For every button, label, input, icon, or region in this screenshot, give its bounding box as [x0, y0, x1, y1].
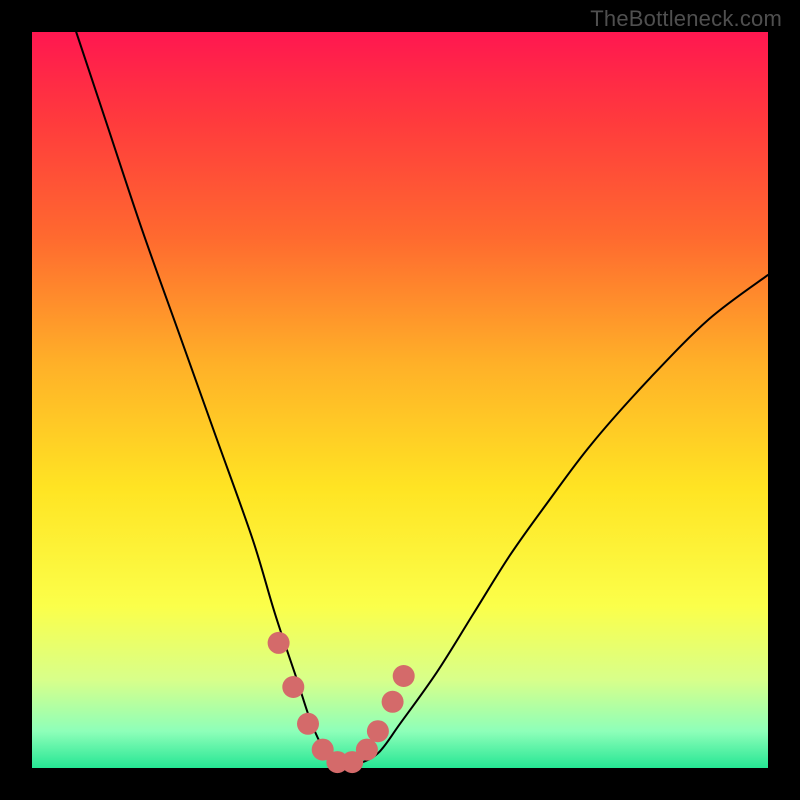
highlight-marker [297, 713, 319, 735]
highlight-marker [367, 720, 389, 742]
highlight-marker [393, 665, 415, 687]
highlight-marker [356, 739, 378, 761]
plot-area [32, 32, 768, 768]
highlight-marker [268, 632, 290, 654]
bottleneck-curve [76, 32, 768, 766]
highlight-markers [268, 632, 415, 773]
watermark-text: TheBottleneck.com [590, 6, 782, 32]
outer-frame: TheBottleneck.com [0, 0, 800, 800]
curve-svg [32, 32, 768, 768]
highlight-marker [382, 691, 404, 713]
highlight-marker [282, 676, 304, 698]
